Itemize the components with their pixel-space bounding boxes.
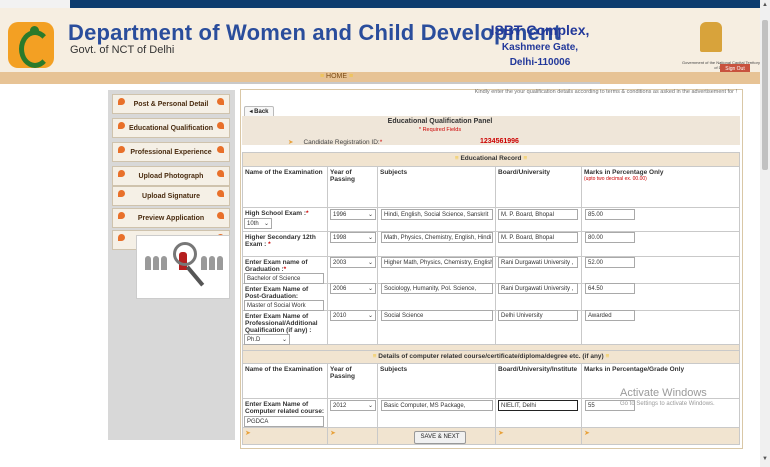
scroll-thumb[interactable] (762, 20, 768, 170)
post-graduation-exam-input[interactable]: Master of Social Work (244, 300, 324, 311)
sidebar-item-upload-signature[interactable]: Upload Signature (112, 186, 230, 206)
board-input[interactable]: Rani Durgawati University , (498, 283, 578, 294)
year-select[interactable]: 2010 ⌄ (330, 310, 376, 321)
subjects-input[interactable]: Basic Computer, MS Package, (381, 400, 493, 411)
col-marks-header: Marks in Percentage Only (upto two decima… (582, 167, 739, 207)
col-subjects-header: Subjects (378, 167, 495, 207)
instruction-text: Kindly enter the your qualification deta… (474, 89, 737, 95)
chevron-down-icon: ⌄ (281, 337, 287, 343)
year-select[interactable]: 1996 ⌄ (330, 209, 376, 220)
board-input[interactable]: Delhi University (498, 310, 578, 321)
vertical-scrollbar[interactable]: ▲ ▼ (760, 0, 770, 467)
chevron-down-icon: ⌄ (367, 260, 373, 266)
col-year-header: Year of Passing (328, 167, 377, 207)
sidebar-item-label[interactable]: Professional Experience (113, 149, 229, 156)
required-fields-note: * Required Fields (418, 127, 462, 133)
arrow-icon: ➤ (245, 430, 251, 437)
board-input[interactable]: M. P. Board, Bhopal (498, 232, 578, 243)
address-line-1: ISBT Complex, (490, 22, 590, 38)
sidebar-item-educational[interactable]: Educational Qualification (112, 118, 230, 138)
col-exam-header: Name of the Examination (243, 167, 327, 207)
address-line-2: Kashmere Gate, (501, 42, 579, 53)
scroll-down-icon: ▼ (762, 456, 768, 462)
activation-watermark: Activate Windows Go to Settings to activ… (620, 387, 715, 407)
col-board-header: Board/University (496, 167, 581, 207)
year-select[interactable]: 2003 ⌄ (330, 257, 376, 268)
home-link[interactable]: ≡ HOME ≡ (320, 73, 353, 80)
marks-input[interactable]: 64.50 (585, 283, 635, 294)
board-input[interactable]: M. P. Board, Bhopal (498, 209, 578, 220)
col-exam-header: Name of the Examination (243, 364, 327, 398)
registration-label: ➤ Candidate Registration ID:* (288, 139, 383, 146)
marks-input[interactable]: 52.00 (585, 257, 635, 268)
subjects-input[interactable]: Sociology, Humanity, Pol. Science, (381, 283, 493, 294)
board-input[interactable]: Rani Durgawati University , (498, 257, 578, 268)
professional-exam-select[interactable]: Ph.D ⌄ (244, 334, 290, 345)
people-search-illustration (136, 235, 230, 299)
subjects-input[interactable]: Math, Physics, Chemistry, English, Hindi (381, 232, 493, 243)
top-strip (0, 0, 760, 8)
year-select[interactable]: 2012 ⌄ (330, 400, 376, 411)
subjects-input[interactable]: Social Science (381, 310, 493, 321)
chevron-down-icon: ⌄ (367, 212, 373, 218)
educational-record-header: ≡ Educational Record ≡ (243, 153, 739, 166)
registration-id: 1234561996 (480, 138, 519, 145)
exam-select[interactable]: 10th ⌄ (244, 218, 272, 229)
save-next-button[interactable]: SAVE & NEXT (414, 431, 466, 444)
table-row-label: Higher Secondary 12th Exam : * (243, 232, 327, 256)
chevron-down-icon: ⌄ (367, 286, 373, 292)
address-line-3: Delhi-110006 (509, 57, 571, 68)
address-block: ISBT Complex, Kashmere Gate, Delhi-11000… (470, 22, 610, 68)
department-logo (8, 22, 54, 68)
sidebar-item-label[interactable]: Upload Photograph (113, 173, 229, 180)
chevron-down-icon: ⌄ (263, 221, 269, 227)
sidebar-item-label[interactable]: Educational Qualification (113, 125, 229, 132)
sidebar-item-upload-photo[interactable]: Upload Photograph (112, 166, 230, 186)
arrow-icon: ➤ (288, 139, 294, 146)
sidebar-item-preview[interactable]: Preview Application (112, 208, 230, 228)
subjects-input[interactable]: Hindi, English, Social Science, Sanskrit (381, 209, 493, 220)
top-nav: ≡ HOME ≡ (0, 72, 760, 84)
sidebar-item-post-personal[interactable]: Post & Personal Detail (112, 94, 230, 114)
chevron-down-icon: ⌄ (367, 235, 373, 241)
subjects-input[interactable]: Higher Math, Physics, Chemistry, English (381, 257, 493, 268)
graduation-exam-input[interactable]: Bachelor of Science (244, 273, 324, 284)
scroll-up-icon: ▲ (762, 2, 768, 8)
emblem-icon (700, 22, 722, 52)
computer-course-header: ≡ Details of computer related course/cer… (243, 351, 739, 363)
arrow-icon: ➤ (498, 430, 504, 437)
arrow-icon: ➤ (584, 430, 590, 437)
site-header: Department of Women and Child Developmen… (0, 8, 760, 72)
arrow-icon: ➤ (330, 430, 336, 437)
panel-title: Educational Qualification Panel (387, 118, 493, 125)
magnifier-icon (173, 242, 197, 266)
year-select[interactable]: 1998 ⌄ (330, 232, 376, 243)
marks-input[interactable]: 85.00 (585, 209, 635, 220)
sidebar-item-label[interactable]: Upload Signature (113, 193, 229, 200)
year-select[interactable]: 2006 ⌄ (330, 283, 376, 294)
department-subtitle: Govt. of NCT of Delhi (70, 44, 175, 56)
home-link-label[interactable]: HOME (326, 73, 347, 80)
board-input[interactable]: NIELIT, Delhi (498, 400, 578, 411)
computer-course-input[interactable]: PGDCA (244, 416, 324, 427)
col-year-header: Year of Passing (328, 364, 377, 398)
marks-input[interactable]: Awarded (585, 310, 635, 321)
marks-input[interactable]: 80.00 (585, 232, 635, 243)
chevron-down-icon: ⌄ (367, 313, 373, 319)
chevron-down-icon: ⌄ (367, 403, 373, 409)
col-board-header: Board/University/Institute (496, 364, 581, 398)
government-emblem: Government of the National Capital Terri… (682, 20, 760, 70)
sidebar-item-label[interactable]: Post & Personal Detail (113, 101, 229, 108)
sidebar-item-label[interactable]: Preview Application (113, 215, 229, 222)
sidebar-item-professional[interactable]: Professional Experience (112, 142, 230, 162)
col-subjects-header: Subjects (378, 364, 495, 398)
